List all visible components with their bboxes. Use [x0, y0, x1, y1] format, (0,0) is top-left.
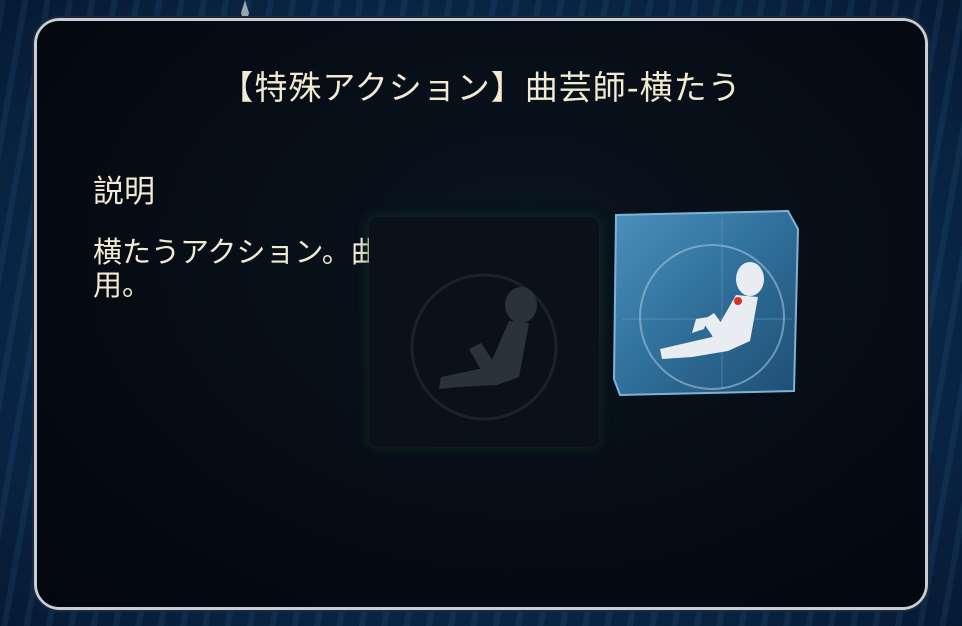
reclining-figure-icon[interactable]	[612, 209, 802, 399]
description-heading: 説明	[93, 174, 155, 210]
dialog-body: 【特殊アクション】曲芸師-横たう 説明 横たうアクション。曲芸師専用。	[37, 21, 925, 607]
dialog-title: 【特殊アクション】曲芸師-横たう	[220, 68, 742, 107]
info-dialog: 【特殊アクション】曲芸師-横たう 説明 横たうアクション。曲芸師専用。	[34, 18, 928, 610]
reclining-figure-shadow-icon	[369, 217, 599, 447]
